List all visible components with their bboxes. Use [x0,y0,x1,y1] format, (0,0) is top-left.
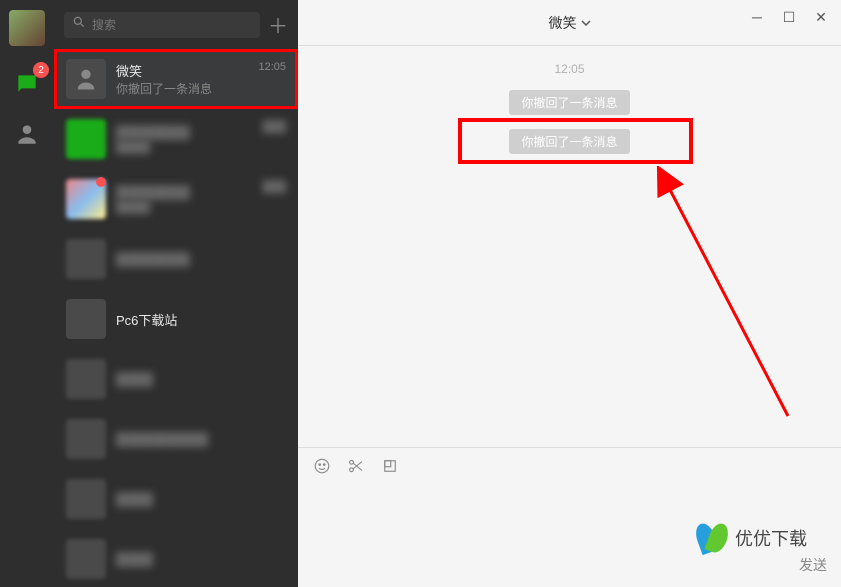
chat-item[interactable]: ████████ [54,229,298,289]
maximize-button[interactable]: ☐ [775,6,803,28]
chat-main: 微笑 ─ ☐ ✕ 12:05 你撤回了一条消息 你撤回了一条消息 [298,0,841,587]
emoji-icon[interactable] [312,456,332,476]
chat-item-preview: 你撤回了一条消息 [116,80,286,97]
chat-item[interactable]: ████████████ ███ [54,169,298,229]
compose-area[interactable]: 发送 [298,447,841,587]
close-button[interactable]: ✕ [807,6,835,28]
search-input-wrap[interactable] [64,12,260,38]
chat-item[interactable]: ████ [54,529,298,587]
contact-avatar [66,359,106,399]
system-message: 你撤回了一条消息 [509,129,629,154]
contact-avatar [66,119,106,159]
chat-item-title: Pc6下载站 [116,310,286,329]
watermark-text: 优优下载 [735,525,807,551]
sidebar: ＋ 微笑 你撤回了一条消息 12:05 ████████████ ███ [54,0,298,587]
contact-avatar [66,239,106,279]
annotation-arrow-icon [648,166,798,426]
chevron-down-icon [581,18,591,28]
contact-avatar [66,299,106,339]
chat-item[interactable]: ██████████ [54,409,298,469]
unread-dot-icon [96,177,106,187]
minimize-button[interactable]: ─ [743,6,771,28]
scissors-icon[interactable] [346,456,366,476]
file-icon[interactable] [380,456,400,476]
chat-title[interactable]: 微笑 [549,13,591,33]
system-message: 你撤回了一条消息 [509,90,629,115]
chat-item[interactable]: ████ [54,349,298,409]
search-input[interactable] [92,18,252,32]
user-avatar[interactable] [9,10,45,46]
chat-item-selected[interactable]: 微笑 你撤回了一条消息 12:05 [54,49,298,109]
chat-item-time: 12:05 [258,61,286,73]
chat-item[interactable]: Pc6下载站 [54,289,298,349]
chat-tab-icon[interactable]: 2 [9,66,45,102]
contact-avatar [66,59,106,99]
search-icon [72,15,86,34]
contact-avatar [66,539,106,579]
nav-rail: 2 [0,0,54,587]
titlebar: 微笑 ─ ☐ ✕ [298,0,841,46]
chat-item[interactable]: ████████████ ███ [54,109,298,169]
new-chat-button[interactable]: ＋ [268,10,288,39]
chat-item[interactable]: ████ [54,469,298,529]
contact-avatar [66,479,106,519]
chat-title-label: 微笑 [549,13,577,33]
watermark: 优优下载 [697,523,807,553]
contacts-tab-icon[interactable] [9,116,45,152]
message-timestamp: 12:05 [554,62,584,76]
chat-list: 微笑 你撤回了一条消息 12:05 ████████████ ███ █████… [54,49,298,587]
unread-badge: 2 [33,62,49,78]
message-area: 12:05 你撤回了一条消息 你撤回了一条消息 [298,46,841,447]
contact-avatar [66,419,106,459]
send-button[interactable]: 发送 [799,555,827,575]
watermark-logo-icon [697,523,727,553]
